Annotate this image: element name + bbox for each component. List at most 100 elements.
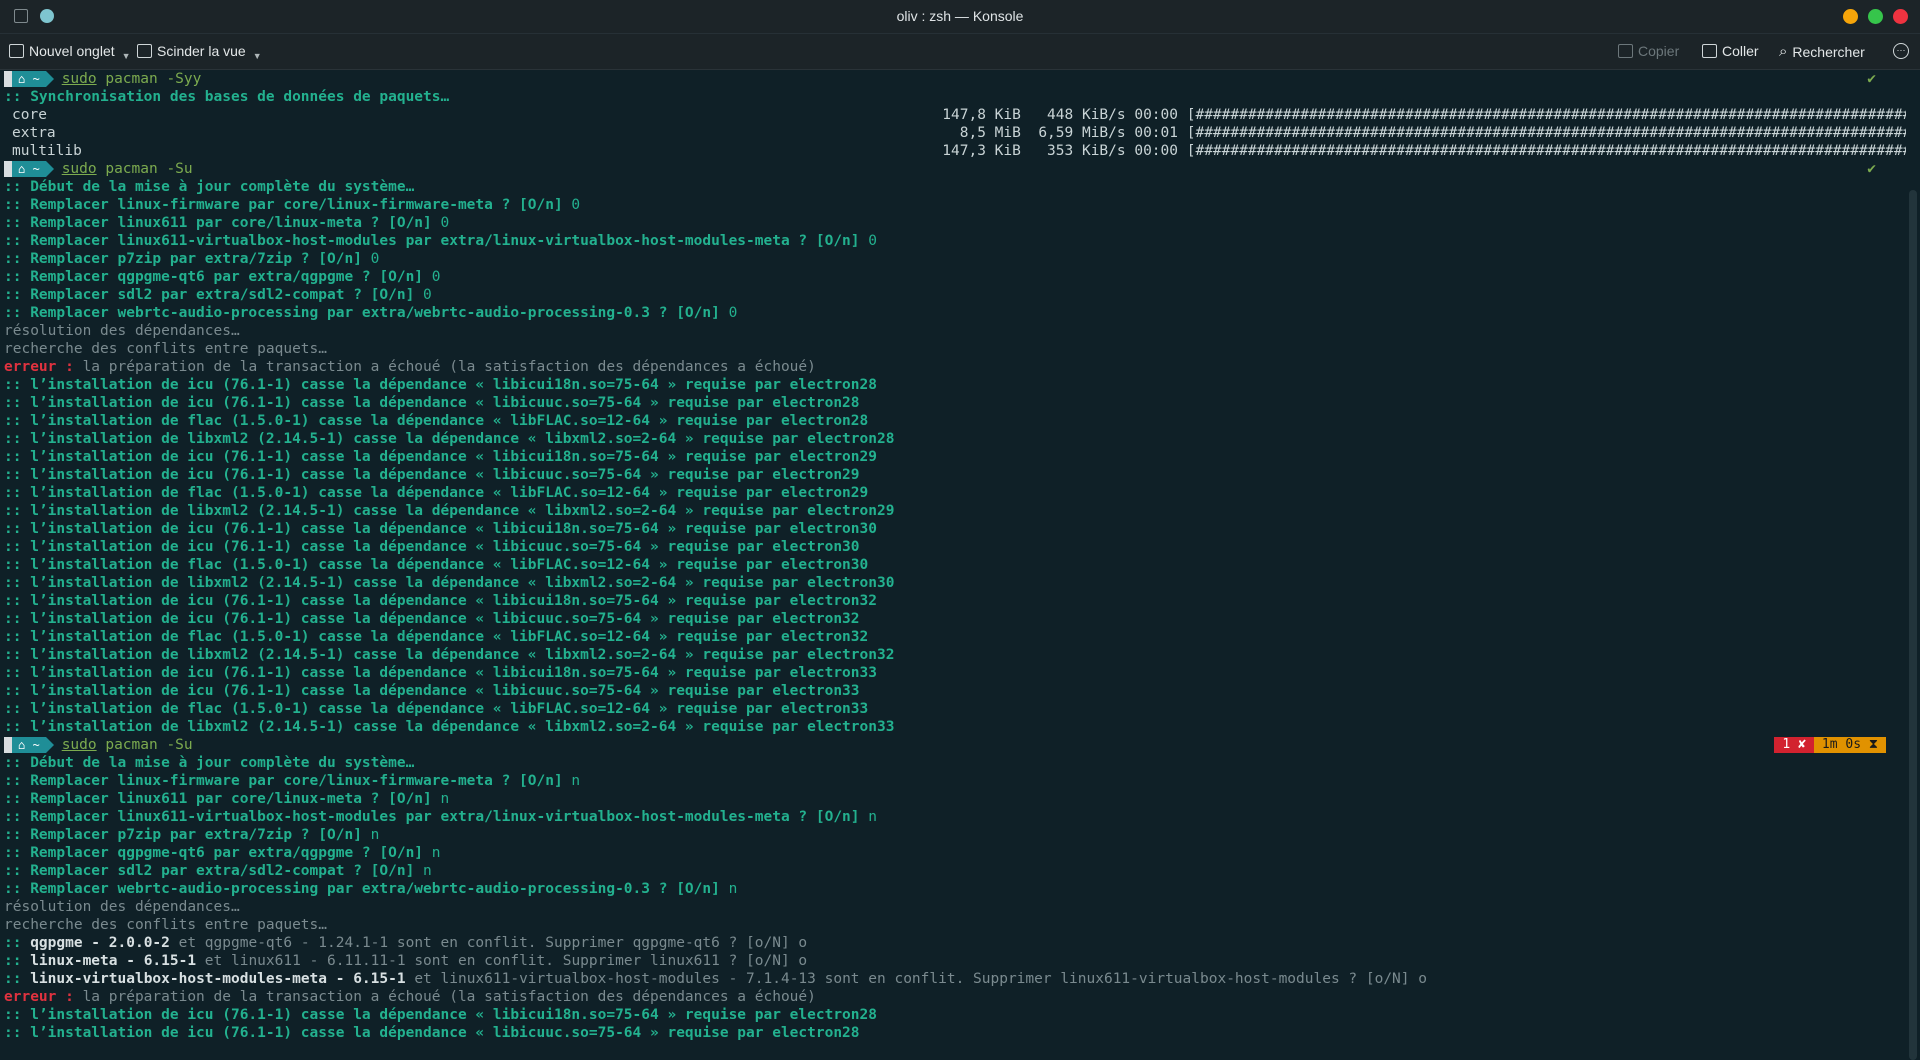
- replace-prompt-line: :: Remplacer p7zip par extra/7zip ? [O/n…: [0, 826, 1906, 844]
- error-line: erreur : la préparation de la transactio…: [4, 359, 816, 375]
- dependency-break-line: :: l’installation de icu (76.1-1) casse …: [4, 665, 877, 681]
- paste-icon: [1702, 44, 1717, 58]
- dependency-break-line: :: l’installation de icu (76.1-1) casse …: [4, 683, 860, 699]
- terminal-output[interactable]: ⌂ ~ sudo pacman -Syy ✔ :: Synchronisatio…: [0, 70, 1906, 1048]
- scrollbar-thumb[interactable]: [1909, 190, 1917, 1060]
- upgrade-start: :: Début de la mise à jour complète du s…: [4, 161, 1876, 195]
- dependency-break-line: :: l’installation de icu (76.1-1) casse …: [4, 467, 860, 483]
- replace-question: :: Remplacer qgpgme-qt6 par extra/qgpgme…: [4, 269, 424, 285]
- replace-answer: n: [361, 827, 380, 843]
- new-tab-button[interactable]: Nouvel onglet ▼: [9, 43, 131, 61]
- replace-prompt-line: :: Remplacer webrtc-audio-processing par…: [0, 304, 1906, 322]
- conflict-line: :: linux-virtualbox-host-modules-meta - …: [0, 970, 1906, 988]
- replace-question: :: Remplacer linux611 par core/linux-met…: [4, 791, 432, 807]
- repo-progress-line: core 147,8 KiB 448 KiB/s 00:00 [#########…: [0, 106, 1906, 124]
- dependency-break-line: :: l’installation de icu (76.1-1) casse …: [4, 539, 860, 555]
- replace-answer: 0: [431, 215, 450, 231]
- conflict-text: et linux611 - 6.11.11-1 sont en conflit.…: [196, 953, 808, 969]
- dependency-break-line: :: l’installation de icu (76.1-1) casse …: [4, 1025, 860, 1041]
- more-menu-button[interactable]: ···: [1893, 43, 1909, 59]
- paste-label: Coller: [1722, 43, 1759, 59]
- conflicts-text: recherche des conflits entre paquets…: [4, 917, 328, 933]
- replace-answer: n: [719, 881, 738, 897]
- replace-prompt-line: :: Remplacer sdl2 par extra/sdl2-compat …: [0, 286, 1906, 304]
- sync-header: :: Synchronisation des bases de données …: [4, 89, 450, 105]
- dependency-break-line: :: l’installation de libxml2 (2.14.5-1) …: [4, 575, 895, 591]
- dependency-break-line: :: l’installation de icu (76.1-1) casse …: [4, 611, 860, 627]
- paste-button[interactable]: Coller: [1702, 43, 1759, 59]
- replace-answer: n: [859, 809, 877, 825]
- replace-answer: 0: [423, 269, 441, 285]
- progress-bar-text: [#######################################…: [1186, 107, 1906, 123]
- chevron-down-icon[interactable]: ▼: [253, 51, 262, 61]
- error-line: erreur : la préparation de la transactio…: [4, 989, 816, 1005]
- dependency-break-line: :: l’installation de icu (76.1-1) casse …: [4, 377, 877, 393]
- window-title: oliv : zsh — Konsole: [896, 8, 1024, 24]
- dependency-break-line: :: l’installation de libxml2 (2.14.5-1) …: [4, 503, 895, 519]
- prompt-arrow-icon: [45, 161, 54, 177]
- replace-answer: n: [423, 845, 441, 861]
- replace-prompt-line: :: Remplacer sdl2 par extra/sdl2-compat …: [0, 862, 1906, 880]
- success-check-icon: ✔: [1867, 71, 1876, 87]
- replace-answer: 0: [719, 305, 738, 321]
- replace-prompt-line: :: Remplacer qgpgme-qt6 par extra/qgpgme…: [0, 268, 1906, 286]
- duration-badge: 1m 0s ⧗: [1813, 737, 1886, 753]
- split-view-button[interactable]: Scinder la vue ▼: [137, 43, 262, 61]
- conflict-prefix: ::: [4, 953, 31, 969]
- replace-question: :: Remplacer p7zip par extra/7zip ? [O/n…: [4, 251, 362, 267]
- copy-button[interactable]: Copier: [1618, 43, 1679, 59]
- replace-answer: 0: [562, 197, 581, 213]
- conflict-package: linux-virtualbox-host-modules-meta - 6.1…: [30, 971, 406, 987]
- dependency-break-line: :: l’installation de icu (76.1-1) casse …: [4, 521, 877, 537]
- progress-bar-text: [#######################################…: [1186, 125, 1906, 141]
- replace-answer: n: [431, 791, 450, 807]
- prompt-line: ⌂ ~ sudo pacman -Su 1 ✘ 1m 0s ⧗: [0, 736, 1906, 754]
- search-button[interactable]: ⌕ Rechercher: [1779, 43, 1865, 60]
- split-view-label: Scinder la vue: [157, 43, 246, 59]
- replace-prompt-line: :: Remplacer linux611-virtualbox-host-mo…: [0, 232, 1906, 250]
- prompt-path: ⌂ ~: [12, 161, 46, 177]
- replace-answer: 0: [361, 251, 380, 267]
- dependency-break-line: :: l’installation de icu (76.1-1) casse …: [4, 449, 877, 465]
- replace-question: :: Remplacer linux611 par core/linux-met…: [4, 215, 432, 231]
- command-text: sudo pacman -Syy: [61, 71, 202, 87]
- replace-question: :: Remplacer qgpgme-qt6 par extra/qgpgme…: [4, 845, 424, 861]
- prompt-line: ⌂ ~ sudo pacman -Su: [0, 160, 1906, 178]
- scrollbar[interactable]: [1906, 70, 1920, 1060]
- conflict-line: :: linux-meta - 6.15-1 et linux611 - 6.1…: [0, 952, 1906, 970]
- replace-prompt-line: :: Remplacer linux-firmware par core/lin…: [0, 196, 1906, 214]
- dependency-break-line: :: l’installation de flac (1.5.0-1) cass…: [4, 413, 869, 429]
- replace-prompt-line: :: Remplacer webrtc-audio-processing par…: [0, 880, 1906, 898]
- resolving-text: résolution des dépendances…: [4, 899, 240, 915]
- close-button[interactable]: [1893, 9, 1908, 24]
- replace-prompt-line: :: Remplacer linux-firmware par core/lin…: [0, 772, 1906, 790]
- conflict-package: qgpgme - 2.0.0-2: [30, 935, 170, 951]
- chevron-down-icon[interactable]: ▼: [122, 51, 131, 61]
- prompt-path: ⌂ ~: [12, 737, 46, 753]
- replace-question: :: Remplacer linux611-virtualbox-host-mo…: [4, 233, 860, 249]
- new-tab-label: Nouvel onglet: [29, 43, 115, 59]
- replace-question: :: Remplacer webrtc-audio-processing par…: [4, 305, 720, 321]
- replace-prompt-line: :: Remplacer linux611-virtualbox-host-mo…: [0, 808, 1906, 826]
- upgrade-start: :: Début de la mise à jour complète du s…: [4, 755, 415, 771]
- repo-stats: 147,3 KiB 353 KiB/s 00:00: [942, 143, 1178, 159]
- dependency-break-line: :: l’installation de flac (1.5.0-1) cass…: [4, 629, 869, 645]
- dependency-break-line: :: l’installation de icu (76.1-1) casse …: [4, 1007, 877, 1023]
- replace-prompt-line: :: Remplacer p7zip par extra/7zip ? [O/n…: [0, 250, 1906, 268]
- dependency-break-line: :: l’installation de flac (1.5.0-1) cass…: [4, 701, 869, 717]
- conflict-line: :: qgpgme - 2.0.0-2 et qgpgme-qt6 - 1.24…: [0, 934, 1906, 952]
- replace-prompt-line: :: Remplacer qgpgme-qt6 par extra/qgpgme…: [0, 844, 1906, 862]
- replace-prompt-line: :: Remplacer linux611 par core/linux-met…: [0, 214, 1906, 232]
- dependency-break-line: :: l’installation de icu (76.1-1) casse …: [4, 395, 860, 411]
- conflict-text: et qgpgme-qt6 - 1.24.1-1 sont en conflit…: [169, 935, 808, 951]
- prompt-path: ⌂ ~: [12, 71, 46, 87]
- repo-stats: 8,5 MiB 6,59 MiB/s 00:01: [959, 125, 1178, 141]
- prompt-line: ⌂ ~ sudo pacman -Syy ✔: [0, 70, 1906, 88]
- maximize-button[interactable]: [1868, 9, 1883, 24]
- minimize-button[interactable]: [1843, 9, 1858, 24]
- more-icon: ···: [1893, 43, 1909, 59]
- dependency-break-line: :: l’installation de libxml2 (2.14.5-1) …: [4, 647, 895, 663]
- replace-answer: n: [414, 863, 432, 879]
- dependency-break-line: :: l’installation de flac (1.5.0-1) cass…: [4, 557, 869, 573]
- split-view-icon: [137, 44, 152, 58]
